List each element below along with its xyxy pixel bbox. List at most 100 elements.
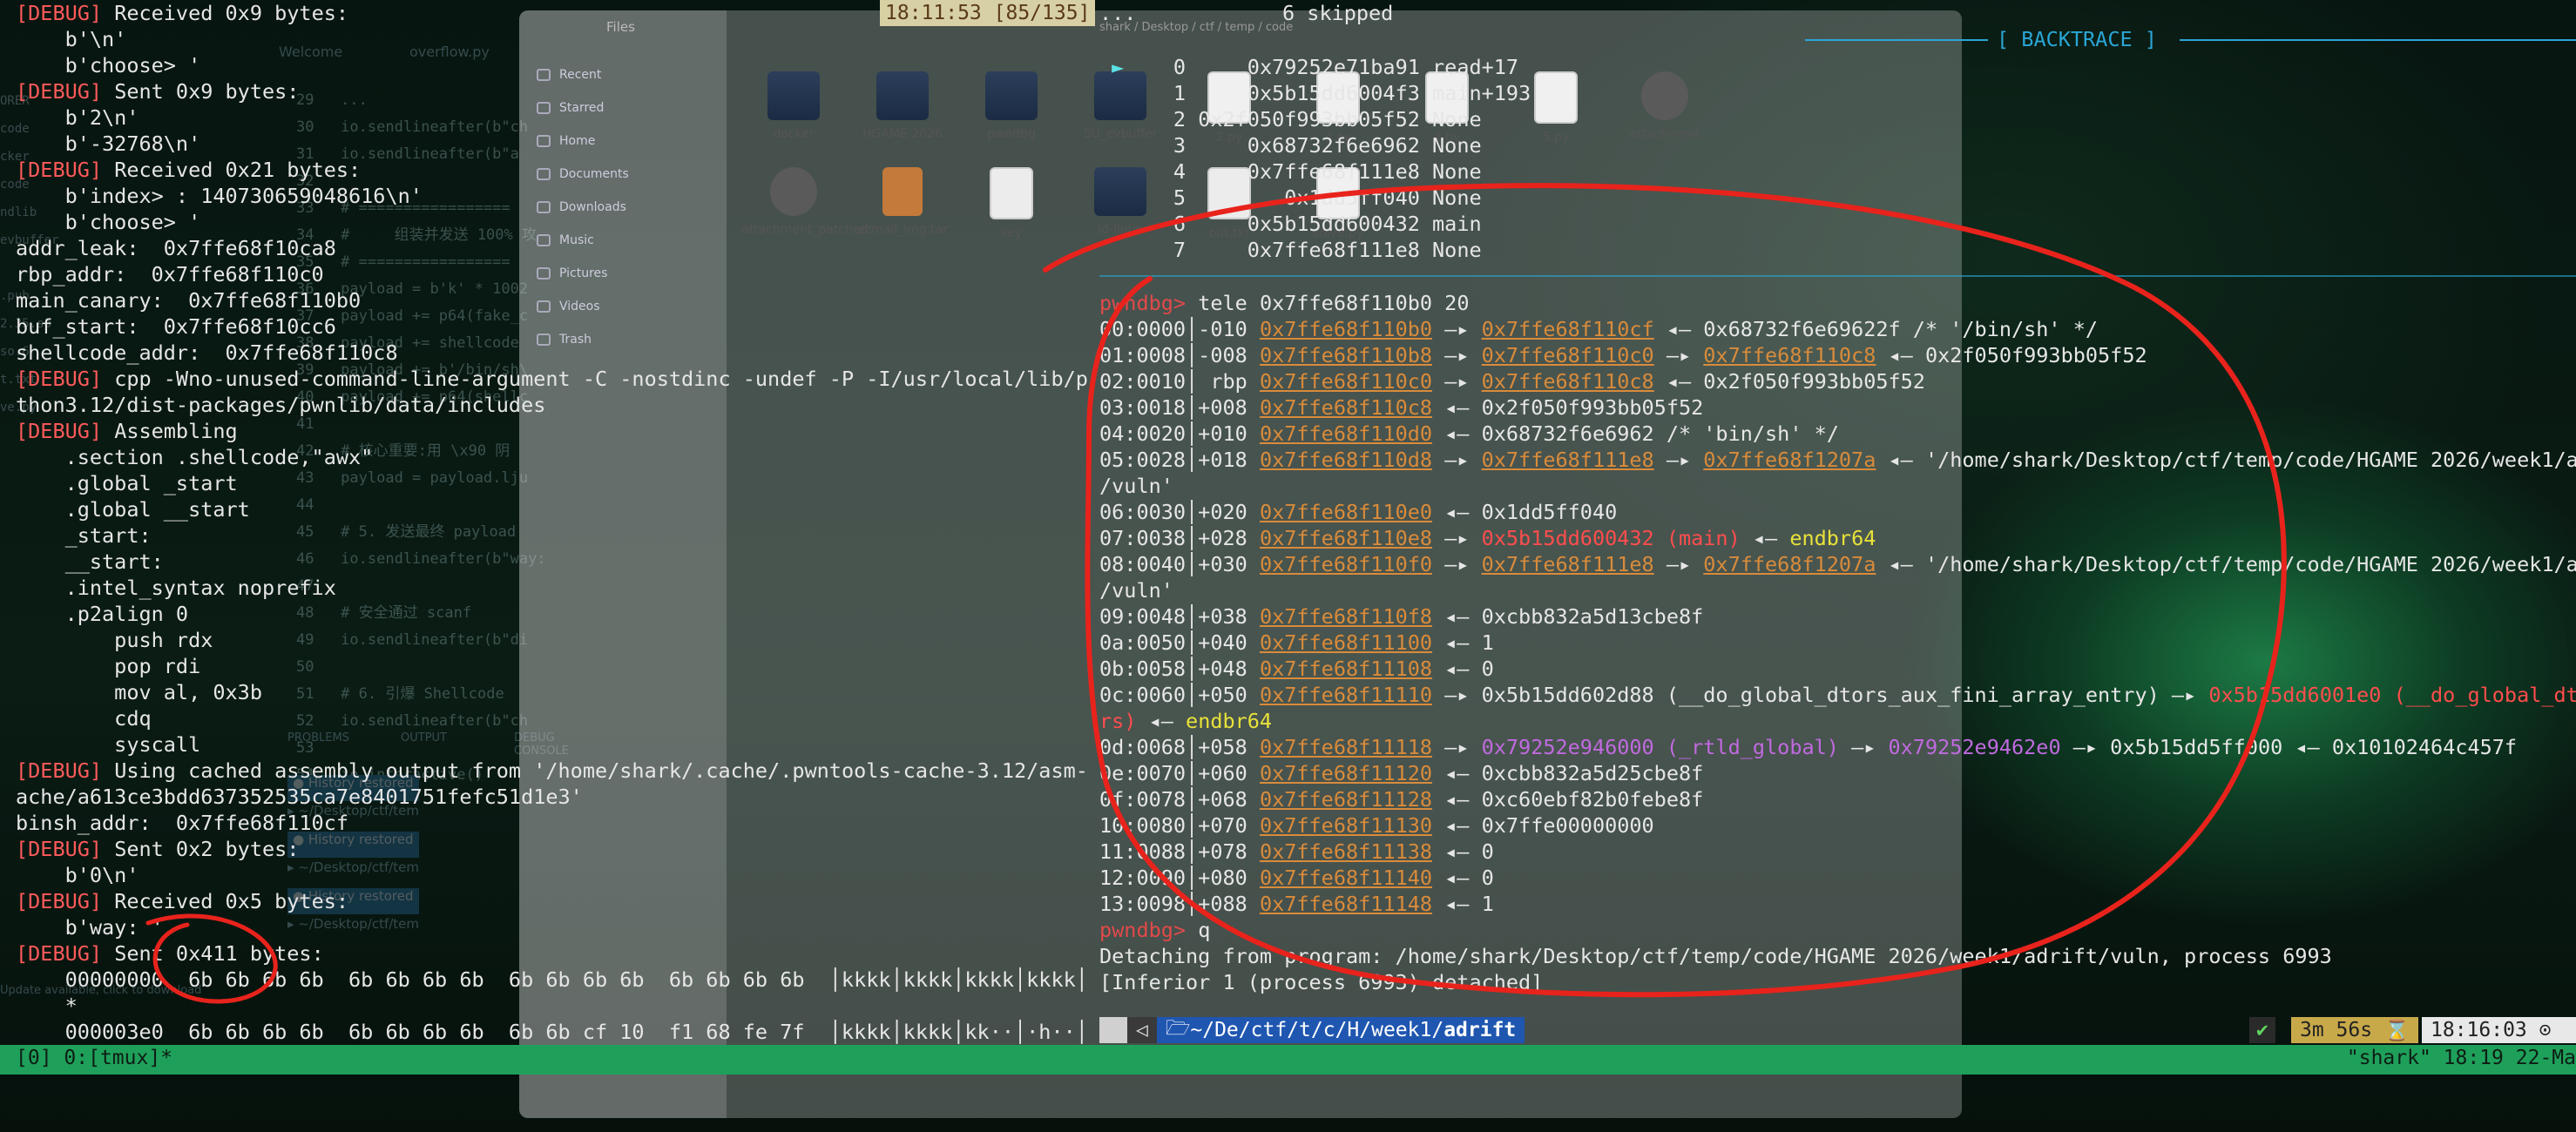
frame-address: 0x7ffe68f111e8 (1198, 159, 1420, 184)
telescope-line: 0e:0070│+060 0x7ffe68f11120 ◂— 0xcbb832a… (1099, 760, 1703, 786)
telescope-text: q (1186, 918, 1211, 942)
telescope-text: ◂— 0x68732f6e6962 /* 'bin/sh' */ (1432, 421, 1839, 446)
terminal-text: cdq (16, 706, 152, 731)
terminal-line: syscall (16, 731, 1087, 758)
terminal-text: shellcode_addr: 0x7ffe68f110c8 (16, 340, 398, 365)
stack-address: 0x7ffe68f1207a (1703, 552, 1876, 576)
hourglass-icon: ⌛ (2383, 1019, 2410, 1042)
telescope-text: ◂— (1136, 709, 1187, 733)
frame-marker: ► (1099, 55, 1137, 79)
telescope-text: ◂— 0 (1432, 839, 1494, 864)
pwndbg-prompt: pwndbg> (1099, 918, 1187, 942)
stack-address: 0x7ffe68f110e8 (1259, 526, 1433, 550)
section-divider (1099, 275, 2576, 277)
telescope-text: endbr64 (1186, 709, 1273, 733)
terminal-text: Sent 0x9 bytes: (102, 79, 300, 104)
stack-address: 0x7ffe68f110c8 (1259, 395, 1433, 420)
telescope-line: 02:0010│ rbp 0x7ffe68f110c0 —▸ 0x7ffe68f… (1099, 368, 1925, 394)
frame-symbol: None (1419, 107, 1482, 131)
terminal-line: .p2align 0 (16, 601, 1087, 627)
telescope-text: 02:0010│ rbp (1099, 369, 1260, 394)
terminal-text: addr_leak: 0x7ffe68f10ca8 (16, 236, 336, 260)
tmux-window-list[interactable]: [0] 0:[tmux]* (16, 1047, 172, 1069)
telescope-line: [Inferior 1 (process 6993) detached] (1099, 969, 1543, 995)
stack-address: 0x7ffe68f111e8 (1481, 552, 1654, 576)
telescope-text: 08:0040│+030 (1099, 552, 1260, 576)
backtrace-rule-right (2180, 39, 2576, 41)
telescope-line: 01:0008│-008 0x7ffe68f110b8 —▸ 0x7ffe68f… (1099, 342, 2147, 368)
frame-index: 6 (1136, 212, 1199, 236)
terminal-text: _start: (16, 523, 152, 548)
telescope-text: /vuln' (1099, 578, 1173, 603)
telescope-line: 04:0020│+010 0x7ffe68f110d0 ◂— 0x68732f6… (1099, 421, 1839, 447)
right-terminal-pane[interactable]: ... 6 skipped [ BACKTRACE ] ► 0 0x79252e… (1099, 0, 2576, 1045)
telescope-text: 04:0020│+010 (1099, 421, 1260, 446)
telescope-line: pwndbg> q (1099, 917, 1210, 943)
stack-address: 0x7ffe68f110b8 (1259, 343, 1433, 367)
terminal-text: pop rdi (16, 654, 201, 678)
os-icon: ◁ (1127, 1017, 1157, 1043)
terminal-line: [DEBUG] Using cached assembly output fro… (16, 758, 1087, 784)
terminal-text: ache/a613ce3bdd637352535ca7e8401751fefc5… (16, 785, 583, 809)
backtrace-frame: ► 0 0x79252e71ba91 read+17 (1099, 54, 1518, 80)
telescope-text: 10:0080│+070 (1099, 813, 1260, 838)
telescope-text: 0c:0060│+050 (1099, 683, 1260, 707)
terminal-line: 000003e0 6b 6b 6b 6b 6b 6b 6b 6b 6b 6b c… (16, 1019, 1087, 1045)
frame-address: 0x5b15dd6004f3 (1198, 81, 1420, 105)
stack-address: 0x7ffe68f11130 (1259, 813, 1433, 838)
top-clock: 18:11:53 [85/135] (880, 0, 1096, 26)
stack-address: 0x7ffe68f11108 (1259, 657, 1433, 681)
stack-address: 0x7ffe68f110c8 (1481, 369, 1654, 394)
telescope-text: ◂— '/home/shark/Desktop/ctf/temp/code/HG… (1876, 552, 2576, 576)
terminal-line: b'0\n' (16, 862, 1087, 888)
backtrace-frame: 6 0x5b15dd600432 main (1099, 211, 1482, 237)
terminal-text: push rdx (16, 628, 213, 652)
terminal-text: thon3.12/dist-packages/pwnlib/data/inclu… (16, 393, 546, 417)
stack-address: 0x7ffe68f110f0 (1259, 552, 1433, 576)
frame-marker (1099, 185, 1136, 210)
terminal-text: .p2align 0 (16, 602, 189, 626)
telescope-text: 09:0048│+038 (1099, 604, 1260, 629)
terminal-line: .intel_syntax noprefix (16, 575, 1087, 601)
prompt-start (1099, 1017, 1127, 1043)
stack-address: 0x7ffe68f1207a (1703, 448, 1876, 472)
telescope-text: endbr64 (1789, 526, 1876, 550)
frame-symbol: None (1419, 185, 1482, 210)
telescope-text: rs) (1099, 709, 1137, 733)
telescope-line: 06:0030│+020 0x7ffe68f110e0 ◂— 0x1dd5ff0… (1099, 499, 1617, 525)
telescope-line: /vuln' (1099, 473, 1173, 499)
telescope-line: 07:0038│+028 0x7ffe68f110e8 —▸ 0x5b15dd6… (1099, 525, 1876, 551)
terminal-text: rbp_addr: 0x7ffe68f110c0 (16, 262, 324, 286)
terminal-text: * (16, 994, 78, 1018)
status-check-icon: ✔ (2249, 1017, 2275, 1043)
telescope-line: 00:0000│-010 0x7ffe68f110b0 —▸ 0x7ffe68f… (1099, 316, 2098, 342)
telescope-line: 10:0080│+070 0x7ffe68f11130 ◂— 0x7ffe000… (1099, 812, 1654, 839)
telescope-text: 11:0088│+078 (1099, 839, 1260, 864)
terminal-line: .global _start (16, 470, 1087, 496)
frame-address: 0x2f050f993bb05f52 (1198, 107, 1420, 131)
debug-tag: [DEBUG] (16, 758, 103, 783)
shell-prompt-bar: ◁ 🗁 ~/De/ctf/t/c/H/week1/adrift (1099, 1017, 1525, 1043)
backtrace-frame: 3 0x68732f6e6962 None (1099, 132, 1482, 158)
terminal-text: Sent 0x411 bytes: (102, 941, 324, 966)
stack-address: 0x7ffe68f111e8 (1481, 448, 1654, 472)
telescope-text: ◂— 0x1dd5ff040 (1432, 500, 1618, 524)
terminal-line: b'2\n' (16, 104, 1087, 131)
terminal-text: Sent 0x2 bytes: (102, 837, 300, 861)
frame-index: 2 (1136, 107, 1199, 131)
left-terminal-pane[interactable]: [DEBUG] Received 0x9 bytes: b'\n' b'choo… (16, 0, 1087, 1045)
debug-tag: [DEBUG] (16, 419, 103, 443)
backtrace-frame: 1 0x5b15dd6004f3 main+193 (1099, 80, 1531, 106)
stack-address: 0x7ffe68f11140 (1259, 866, 1433, 890)
terminal-line: pop rdi (16, 653, 1087, 679)
terminal-text: .global _start (16, 471, 238, 495)
backtrace-header: [ BACKTRACE ] (1997, 27, 2157, 51)
frame-marker (1099, 238, 1136, 262)
terminal-text: __start: (16, 549, 164, 574)
telescope-text: ◂— 0x2f050f993bb05f52 (1876, 343, 2147, 367)
skipped-count: 6 skipped (1282, 1, 1394, 25)
telescope-text: [Inferior 1 (process 6993) detached] (1099, 970, 1544, 994)
skipped-dots: ... (1099, 1, 1137, 25)
terminal-line: .global __start (16, 496, 1087, 522)
telescope-text: 07:0038│+028 (1099, 526, 1260, 550)
